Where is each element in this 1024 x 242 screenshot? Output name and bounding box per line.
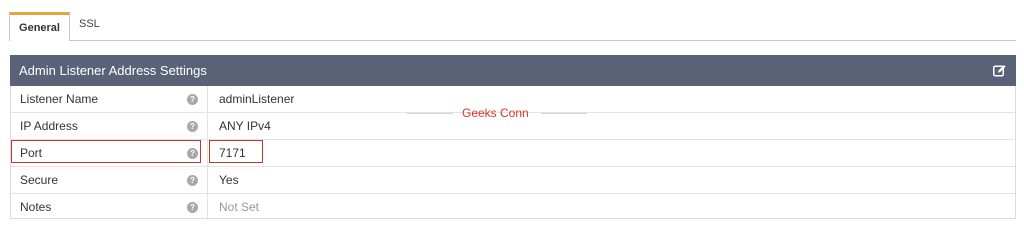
secure-label: Secure ? <box>11 167 208 193</box>
row-secure: Secure ? Yes <box>11 167 1015 194</box>
tab-ssl-label: SSL <box>79 18 100 30</box>
ip-address-label: IP Address ? <box>11 113 208 139</box>
help-icon[interactable]: ? <box>187 94 198 105</box>
edit-icon[interactable] <box>993 64 1006 77</box>
listener-name-label: Listener Name ? <box>11 86 208 112</box>
ip-address-value: ANY IPv4 <box>219 119 271 133</box>
row-port: Port ? 7171 <box>11 140 1015 167</box>
secure-value: Yes <box>219 173 239 187</box>
notes-value: Not Set <box>219 200 260 214</box>
tab-general[interactable]: General <box>9 12 70 41</box>
row-notes: Notes ? Not Set <box>11 194 1015 220</box>
panel-header: Admin Listener Address Settings <box>10 55 1016 86</box>
notes-label: Notes ? <box>11 194 208 220</box>
admin-listener-panel: Admin Listener Address Settings Listener… <box>10 55 1016 220</box>
tab-general-label: General <box>19 22 60 34</box>
help-icon[interactable]: ? <box>187 121 198 132</box>
help-icon[interactable]: ? <box>187 148 198 159</box>
help-icon[interactable]: ? <box>187 175 198 186</box>
watermark-divider-right <box>541 113 587 114</box>
listener-name-value: adminListener <box>219 92 295 106</box>
port-label: Port ? <box>11 140 208 166</box>
panel-title: Admin Listener Address Settings <box>19 63 207 78</box>
port-value: 7171 <box>219 146 246 160</box>
tab-ssl[interactable]: SSL <box>71 12 115 40</box>
help-icon[interactable]: ? <box>187 202 198 213</box>
watermark-divider-left <box>407 113 453 114</box>
watermark-text: Geeks Conn <box>462 106 529 120</box>
tab-bar: General SSL <box>9 12 1016 41</box>
